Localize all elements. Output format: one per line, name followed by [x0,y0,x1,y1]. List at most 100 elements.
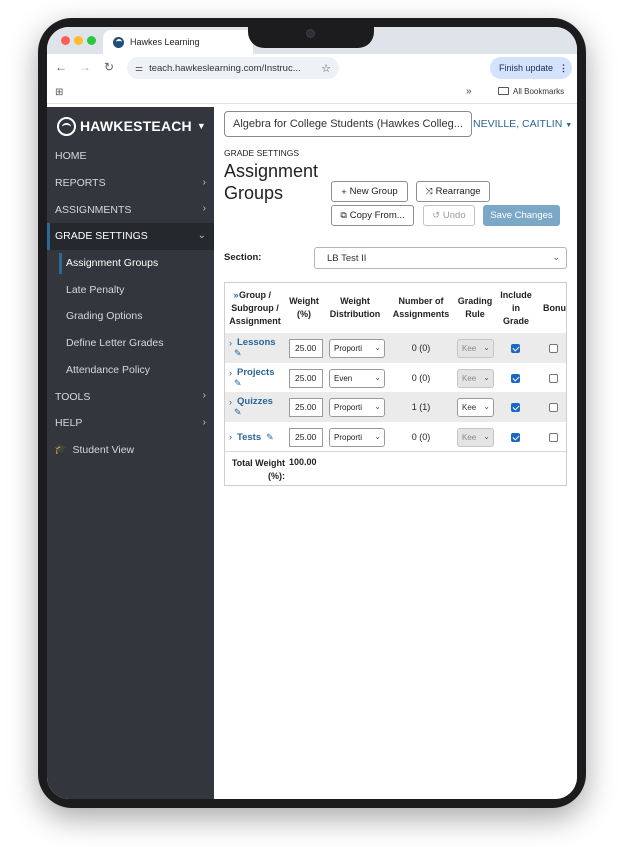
bonus-checkbox[interactable] [549,402,558,412]
pencil-icon[interactable]: ✎ [234,378,242,389]
rule-cell: Kee ⌄ [457,392,494,422]
rule-cell: Kee ⌄ [457,422,494,452]
back-arrow-icon[interactable]: ← [53,60,69,74]
header-include-label: Include in Grade [500,289,532,326]
count-cell: 1 (1) [411,402,431,412]
distribution-select[interactable]: Even ⌄ [329,368,385,388]
bookmarks-bar: ⊞ » All Bookmarks [47,82,577,104]
more-menu-icon[interactable]: ⋮ [559,63,568,74]
section-dropdown[interactable]: LB Test II ⌄ [314,247,567,269]
brand-menu[interactable]: HAWKESTEACH ▼ [57,116,206,136]
distribution-select[interactable]: Proporti ⌄ [329,338,385,358]
include-cell [511,422,520,452]
caret-down-icon: ▼ [565,122,573,129]
sidebar-subitem-assignment-groups[interactable]: Assignment Groups [47,250,214,277]
bonus-checkbox[interactable] [549,343,558,353]
group-name-link[interactable]: Lessons [237,337,276,348]
group-name-link[interactable]: Quizzes [237,396,273,407]
grading-rule-select[interactable]: Kee ⌄ [457,338,494,358]
finish-update-button[interactable]: Finish update ⋮ [490,57,572,79]
group-name-link[interactable]: Projects [237,367,275,378]
column-header-include: Include in Grade [498,283,534,333]
sidebar-subitem-grading-options[interactable]: Grading Options [47,303,214,330]
chevron-right-icon[interactable]: › [229,338,232,348]
grading-rule-select[interactable]: Kee ⌄ [457,397,494,417]
student-view-link[interactable]: 🎓 Student View [47,437,214,463]
reload-icon[interactable]: ↻ [101,60,117,74]
sidebar-item-assignments[interactable]: ASSIGNMENTS › [47,196,214,223]
user-menu[interactable]: NEVILLE, CAITLIN ▼ [473,118,572,130]
maximize-window-icon[interactable] [87,36,96,45]
bonus-checkbox[interactable] [549,432,558,442]
sidebar-nav: HOME REPORTS › ASSIGNMENTS › GRADE SETTING… [47,143,214,463]
undo-button[interactable]: ↺ Undo [423,205,475,226]
sidebar-subitem-define-letter-grades[interactable]: Define Letter Grades [47,330,214,357]
address-bar[interactable]: ⚌ teach.hawkeslearning.com/Instruc... ☆ [127,57,339,79]
course-selector[interactable]: Algebra for College Students (Hawkes Col… [224,111,472,137]
save-changes-button[interactable]: Save Changes [483,205,560,226]
url-text: teach.hawkeslearning.com/Instruc... [149,62,301,74]
group-name-cell: › Projects ✎ [229,366,287,390]
distribution-select[interactable]: Proporti ⌄ [329,427,385,447]
include-in-grade-checkbox[interactable] [511,402,520,412]
group-name-link[interactable]: Tests [237,432,261,443]
chevron-right-icon[interactable]: › [229,397,232,407]
sidebar-item-label: HELP [55,417,83,430]
grading-rule-value: Kee [462,432,477,442]
group-name-cell: › Lessons ✎ [229,336,287,360]
count-cell: 0 (0) [411,373,431,383]
sidebar-item-home[interactable]: HOME [47,143,214,170]
rearrange-label: Rearrange [435,186,481,197]
include-in-grade-checkbox[interactable] [511,432,520,442]
include-in-grade-checkbox[interactable] [511,343,520,353]
sidebar-subitem-label: Assignment Groups [66,257,159,270]
weight-input[interactable]: 25.00 [289,368,323,388]
sidebar-item-reports[interactable]: REPORTS › [47,170,214,197]
sidebar-item-tools[interactable]: TOOLS › [47,383,214,410]
grading-rule-select[interactable]: Kee ⌄ [457,368,494,388]
all-bookmarks-button[interactable]: All Bookmarks [498,87,564,96]
rearrange-button[interactable]: ⤨ Rearrange [416,181,490,202]
copy-from-button[interactable]: ⧉ Copy From... [331,205,414,226]
sidebar-subitem-attendance-policy[interactable]: Attendance Policy [47,357,214,384]
pencil-icon[interactable]: ✎ [234,348,242,359]
bonus-checkbox[interactable] [549,373,558,383]
chevron-right-icon[interactable]: › [229,368,232,378]
shuffle-icon: ⤨ [425,186,433,196]
weight-input[interactable]: 25.00 [289,397,323,417]
weight-input[interactable]: 25.00 [289,427,323,447]
column-header-count: Number of Assignments [390,283,452,333]
chevron-down-icon: ⌄ [483,401,490,411]
new-group-button[interactable]: + New Group [331,181,408,202]
close-window-icon[interactable] [61,36,70,45]
sidebar-item-grade-settings[interactable]: GRADE SETTINGS ⌄ [47,223,214,250]
grading-rule-select[interactable]: Kee ⌄ [457,427,494,447]
include-cell [511,363,520,393]
copy-from-label: Copy From... [349,210,405,221]
bookmarks-overflow-icon[interactable]: » [466,86,472,97]
chevron-down-icon: ⌄ [197,230,206,242]
sidebar-item-label: HOME [55,150,87,163]
forward-arrow-icon[interactable]: → [77,60,93,74]
pencil-icon[interactable]: ✎ [234,407,242,418]
expand-all-icon[interactable]: » [229,283,243,320]
weight-input[interactable]: 25.00 [289,338,323,358]
sidebar-item-help[interactable]: HELP › [47,410,214,437]
section-label: Section: [224,252,262,263]
apps-grid-icon[interactable]: ⊞ [55,87,63,98]
browser-tab[interactable]: Hawkes Learning [103,30,253,54]
include-in-grade-checkbox[interactable] [511,373,520,383]
count-cell: 0 (0) [411,432,431,442]
bookmark-star-icon[interactable]: ☆ [321,62,331,75]
grading-rule-value: Kee [462,373,477,383]
distribution-select[interactable]: Proporti ⌄ [329,397,385,417]
count-cell: 0 (0) [411,343,431,353]
grading-rule-value: Kee [462,343,477,353]
sidebar-item-label: TOOLS [55,390,91,403]
sidebar-subitem-late-penalty[interactable]: Late Penalty [47,276,214,303]
minimize-window-icon[interactable] [74,36,83,45]
site-settings-icon[interactable]: ⚌ [135,63,143,74]
pencil-icon[interactable]: ✎ [266,432,274,443]
chevron-right-icon[interactable]: › [229,432,232,442]
page-title: Assignment Groups [224,161,319,203]
